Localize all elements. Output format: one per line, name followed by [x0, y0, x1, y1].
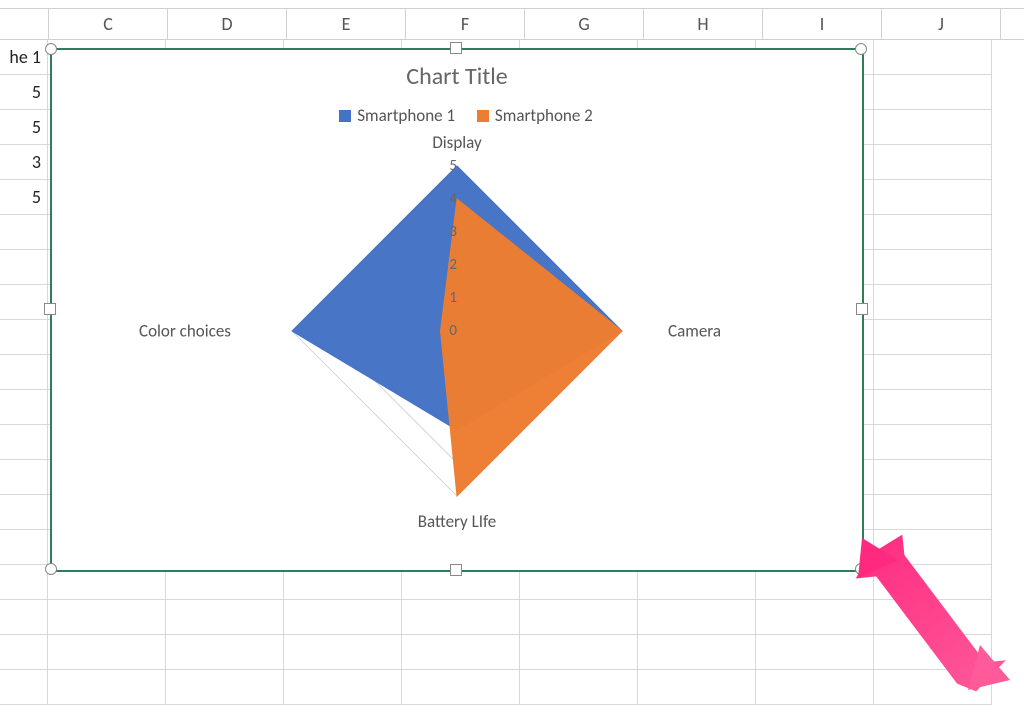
- cell[interactable]: [48, 600, 166, 635]
- cell[interactable]: 3: [0, 145, 48, 180]
- embedded-chart[interactable]: Chart Title Smartphone 1 Smartphone 2 Di…: [50, 48, 864, 572]
- cell[interactable]: [402, 600, 520, 635]
- col-header[interactable]: H: [644, 9, 763, 39]
- cell[interactable]: [0, 320, 48, 355]
- col-header[interactable]: E: [287, 9, 406, 39]
- cell[interactable]: [0, 425, 48, 460]
- cell[interactable]: [48, 635, 166, 670]
- cell[interactable]: [638, 635, 756, 670]
- cell[interactable]: [638, 670, 756, 705]
- cell[interactable]: [874, 460, 992, 495]
- cell[interactable]: [0, 565, 48, 600]
- cell[interactable]: [874, 180, 992, 215]
- cell[interactable]: [874, 145, 992, 180]
- chart-legend[interactable]: Smartphone 1 Smartphone 2: [52, 105, 862, 126]
- cell[interactable]: [520, 670, 638, 705]
- cell[interactable]: [0, 215, 48, 250]
- column-header-row: C D E F G H I J: [0, 8, 1024, 40]
- resize-handle-s[interactable]: [450, 564, 462, 576]
- resize-handle-nw[interactable]: [45, 43, 57, 55]
- cell[interactable]: [874, 40, 992, 75]
- col-header[interactable]: C: [49, 9, 168, 39]
- cell[interactable]: [0, 530, 48, 565]
- resize-handle-n[interactable]: [450, 42, 462, 54]
- cell[interactable]: [0, 635, 48, 670]
- col-header[interactable]: D: [168, 9, 287, 39]
- resize-handle-sw[interactable]: [45, 563, 57, 575]
- resize-handle-ne[interactable]: [855, 43, 867, 55]
- cell[interactable]: [0, 460, 48, 495]
- tick-label: 4: [439, 190, 457, 208]
- cell[interactable]: [166, 635, 284, 670]
- cell[interactable]: [874, 285, 992, 320]
- cell[interactable]: [0, 250, 48, 285]
- tick-label: 2: [439, 256, 457, 274]
- cell[interactable]: [520, 635, 638, 670]
- cell[interactable]: [874, 215, 992, 250]
- cell[interactable]: [520, 600, 638, 635]
- cell[interactable]: [0, 495, 48, 530]
- cell[interactable]: [874, 390, 992, 425]
- cell[interactable]: [874, 110, 992, 145]
- col-header[interactable]: I: [763, 9, 882, 39]
- cell[interactable]: [48, 670, 166, 705]
- col-gutter: [0, 9, 49, 39]
- legend-swatch-icon: [339, 110, 351, 122]
- cell[interactable]: [874, 355, 992, 390]
- axis-label-left: Color choices: [139, 321, 231, 342]
- resize-handle-e[interactable]: [856, 303, 868, 315]
- col-header[interactable]: J: [882, 9, 1001, 39]
- cell[interactable]: [284, 670, 402, 705]
- axis-label-right: Camera: [668, 321, 721, 342]
- cell[interactable]: 5: [0, 75, 48, 110]
- cell[interactable]: [874, 425, 992, 460]
- cell[interactable]: [0, 600, 48, 635]
- legend-label: Smartphone 1: [357, 105, 455, 126]
- cell[interactable]: [284, 600, 402, 635]
- cell[interactable]: [874, 250, 992, 285]
- cell[interactable]: he 1: [0, 40, 48, 75]
- cell[interactable]: [0, 355, 48, 390]
- cell[interactable]: [0, 670, 48, 705]
- cell[interactable]: [0, 390, 48, 425]
- radar-plot-area[interactable]: Display Camera Battery LIfe Color choice…: [197, 136, 717, 526]
- cell[interactable]: [874, 320, 992, 355]
- legend-swatch-icon: [477, 110, 489, 122]
- resize-handle-w[interactable]: [44, 303, 56, 315]
- cell[interactable]: 5: [0, 110, 48, 145]
- cell[interactable]: [638, 600, 756, 635]
- annotation-arrow-icon: [840, 530, 1024, 720]
- axis-label-bottom: Battery LIfe: [418, 511, 497, 532]
- cell[interactable]: [402, 670, 520, 705]
- chart-title[interactable]: Chart Title: [52, 62, 862, 91]
- cell[interactable]: [166, 600, 284, 635]
- tick-label: 0: [439, 322, 457, 340]
- cell[interactable]: [402, 635, 520, 670]
- tick-label: 5: [439, 157, 457, 175]
- tick-label: 3: [439, 223, 457, 241]
- tick-label: 1: [439, 289, 457, 307]
- cell[interactable]: [166, 670, 284, 705]
- legend-label: Smartphone 2: [495, 105, 593, 126]
- radar-svg: [197, 136, 717, 526]
- axis-label-top: Display: [432, 132, 481, 153]
- cell[interactable]: [874, 495, 992, 530]
- cell[interactable]: [0, 285, 48, 320]
- cell[interactable]: [284, 635, 402, 670]
- cell[interactable]: 5: [0, 180, 48, 215]
- col-header[interactable]: F: [406, 9, 525, 39]
- cell[interactable]: [874, 75, 992, 110]
- col-header[interactable]: G: [525, 9, 644, 39]
